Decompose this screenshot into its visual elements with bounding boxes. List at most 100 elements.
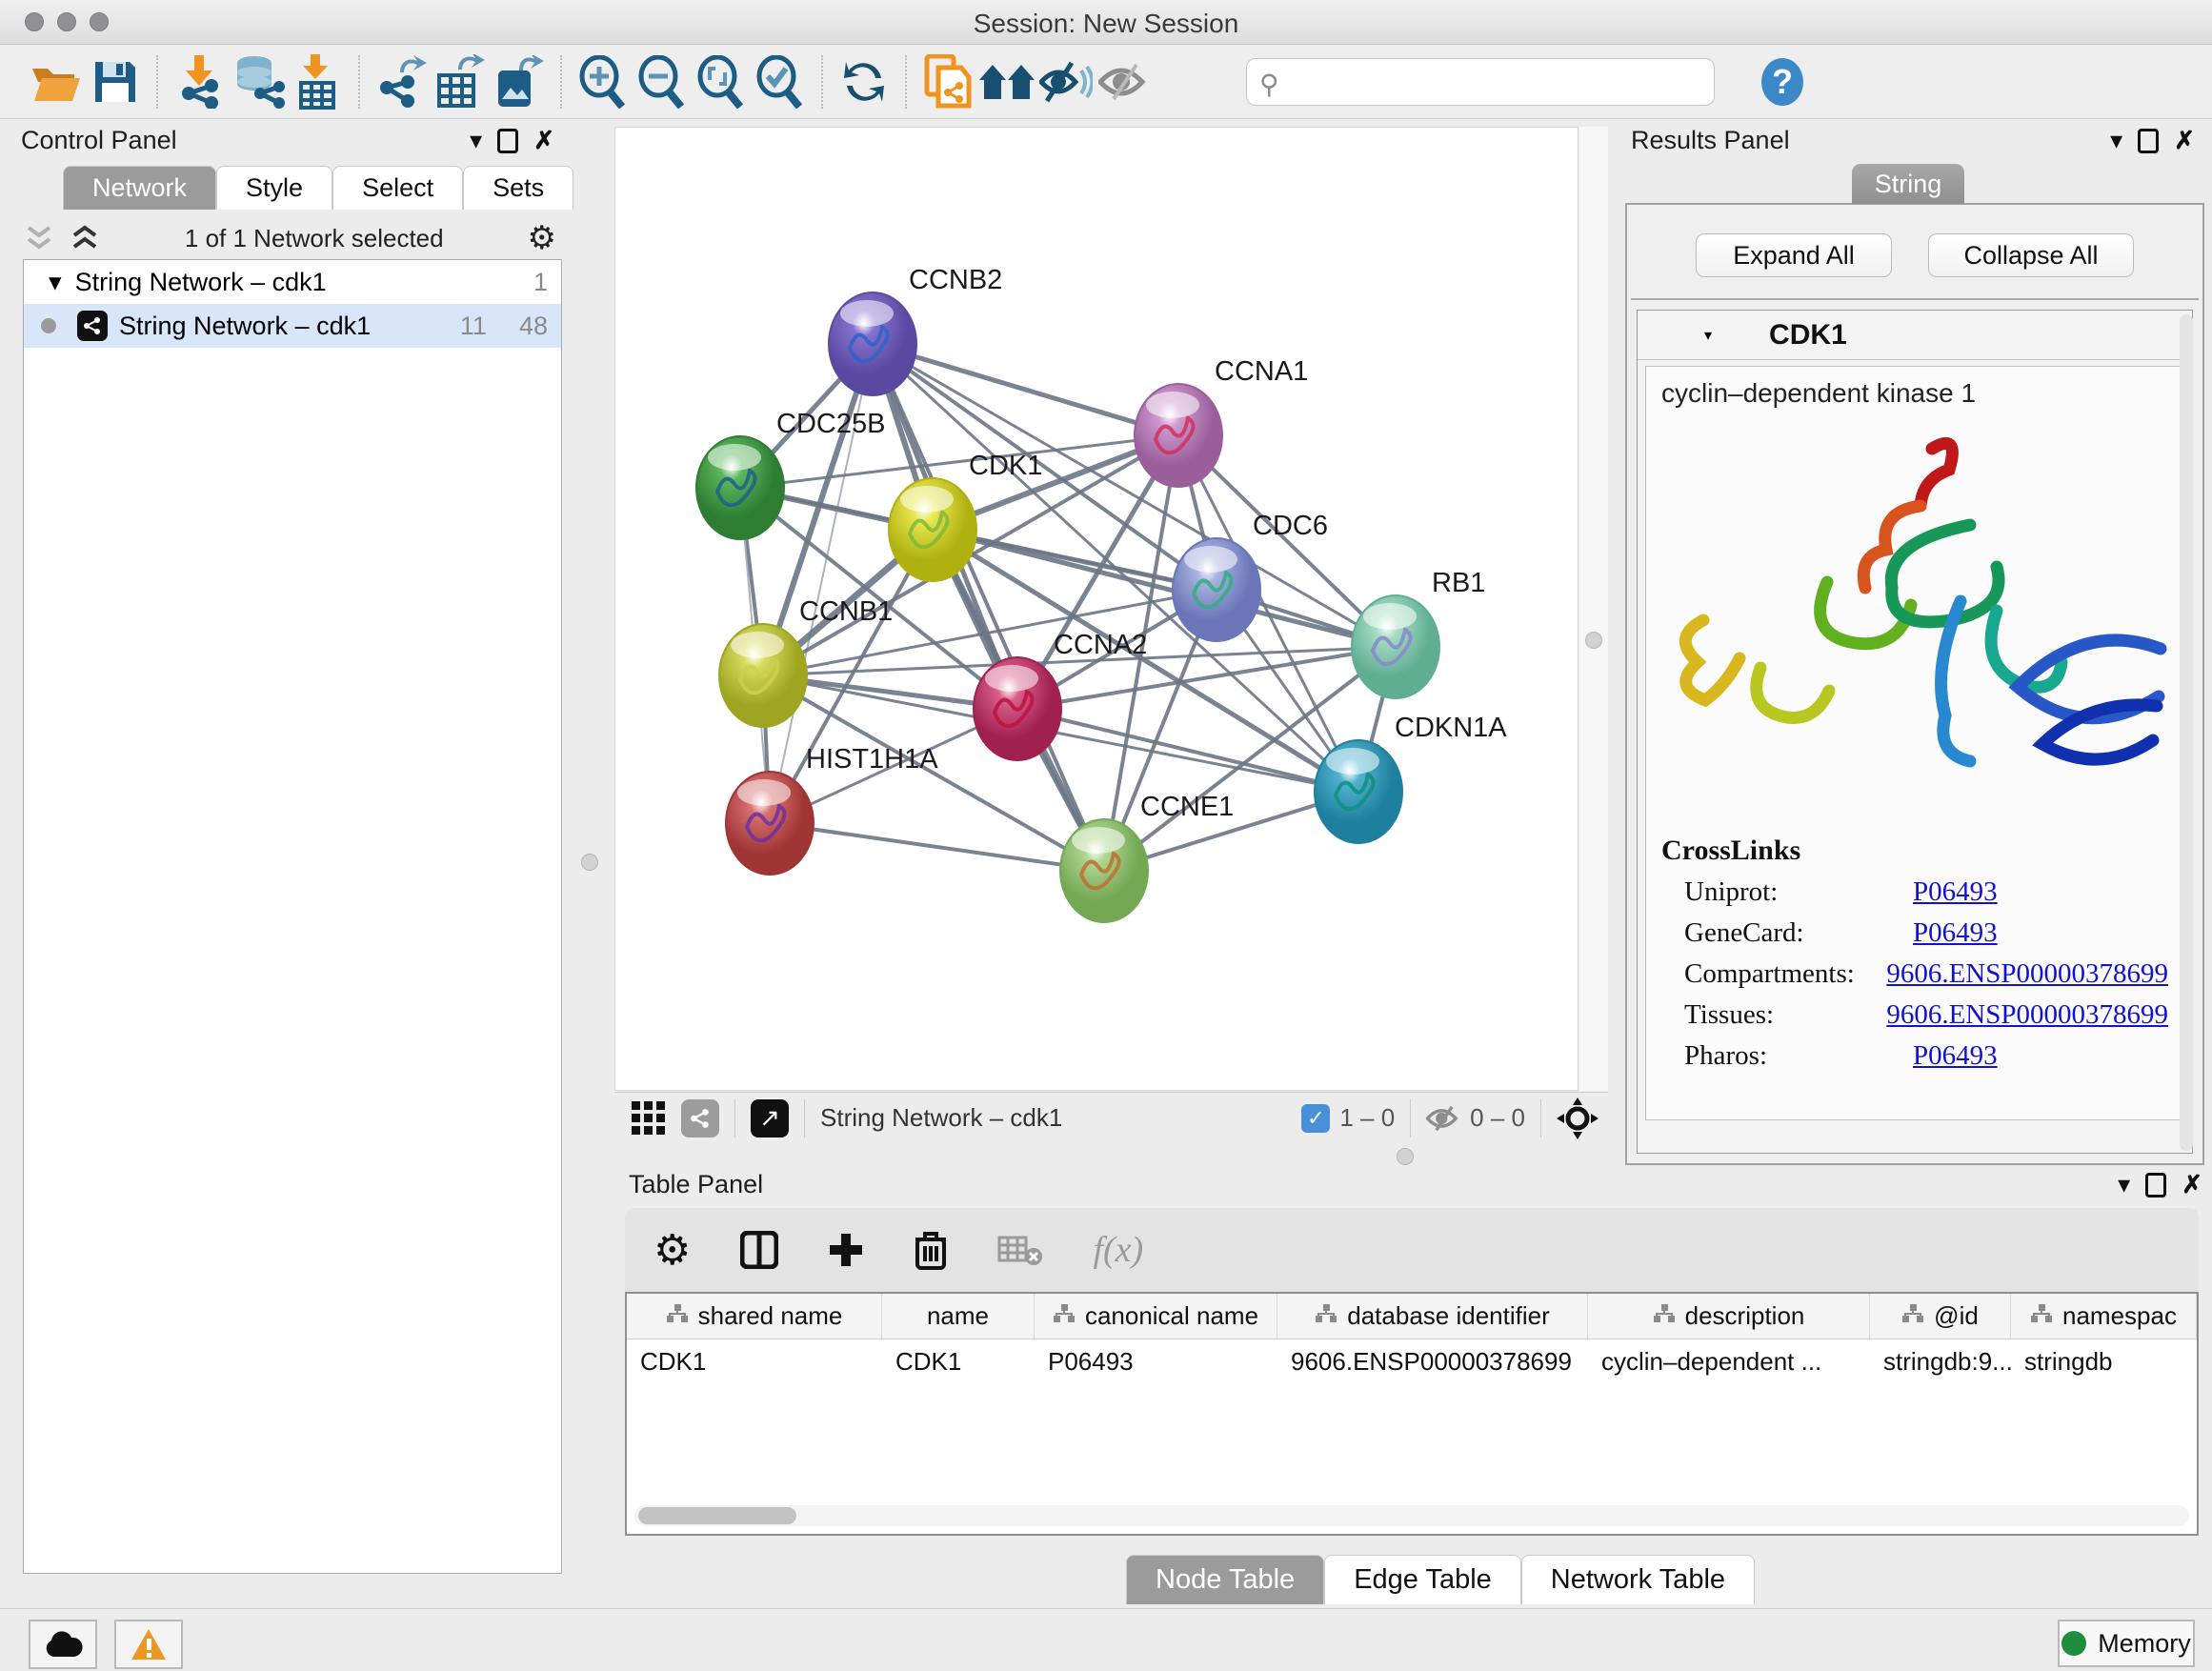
cell-canonical-name[interactable]: P06493 — [1035, 1347, 1277, 1377]
column-visibility-icon[interactable] — [740, 1231, 778, 1269]
collapse-all-icon[interactable] — [23, 224, 55, 252]
column-header-database-identifier[interactable]: database identifier — [1277, 1294, 1588, 1339]
column-header-description[interactable]: description — [1588, 1294, 1870, 1339]
cell-database-identifier[interactable]: 9606.ENSP00000378699 — [1277, 1347, 1588, 1377]
tab-network-table[interactable]: Network Table — [1521, 1555, 1755, 1604]
export-image-button[interactable] — [490, 52, 549, 111]
zoom-selected-button[interactable] — [751, 52, 810, 111]
birds-eye-crosshair-icon[interactable] — [1557, 1097, 1599, 1139]
cell-@id[interactable]: stringdb:9... — [1870, 1347, 2011, 1377]
column-header-namespac[interactable]: namespac — [2011, 1294, 2197, 1339]
memory-button[interactable]: Memory — [2058, 1620, 2195, 1667]
column-header-canonical-name[interactable]: canonical name — [1035, 1294, 1277, 1339]
delete-column-icon[interactable] — [914, 1230, 948, 1270]
show-houses-button[interactable] — [977, 52, 1036, 111]
tab-style[interactable]: Style — [216, 166, 332, 210]
network-node-ccna2[interactable]: CCNA2 — [974, 630, 1147, 760]
network-collection-row[interactable]: ▾ String Network – cdk1 1 — [24, 260, 561, 304]
results-panel-menu-icon[interactable]: ▾ — [2110, 126, 2122, 155]
search-input[interactable] — [1246, 58, 1715, 106]
share-view-icon[interactable] — [681, 1099, 719, 1137]
open-session-button[interactable] — [27, 52, 86, 111]
export-table-button[interactable] — [431, 52, 490, 111]
help-button[interactable]: ? — [1753, 52, 1812, 111]
import-table-file-button[interactable] — [288, 52, 347, 111]
cell-description[interactable]: cyclin–dependent ... — [1588, 1347, 1870, 1377]
column-type-icon — [666, 1301, 689, 1331]
duplicate-network-button[interactable] — [918, 52, 977, 111]
tab-network[interactable]: Network — [63, 166, 216, 210]
cell-shared-name[interactable]: CDK1 — [627, 1347, 882, 1377]
network-row[interactable]: String Network – cdk1 11 48 — [24, 304, 561, 348]
import-network-file-button[interactable] — [170, 52, 229, 111]
cell-namespac[interactable]: stringdb — [2011, 1347, 2197, 1377]
expand-all-icon[interactable] — [69, 224, 101, 252]
control-panel-close-icon[interactable]: ✗ — [533, 126, 554, 155]
add-column-icon[interactable] — [828, 1232, 864, 1268]
node-label: CDC25B — [776, 409, 885, 439]
selected-checkbox-icon[interactable]: ✓ — [1301, 1104, 1330, 1133]
crosslink-link[interactable]: 9606.ENSP00000378699 — [1886, 958, 2168, 990]
results-panel-close-icon[interactable]: ✗ — [2174, 126, 2195, 155]
results-panel-float-icon[interactable] — [2138, 129, 2159, 153]
control-panel-float-icon[interactable] — [497, 129, 518, 153]
node-table-row[interactable]: CDK1CDK1P064939606.ENSP00000378699cyclin… — [627, 1339, 2197, 1383]
bottom-splitter-handle[interactable] — [1397, 1148, 1414, 1165]
tab-string[interactable]: String — [1852, 164, 1964, 204]
tab-node-table[interactable]: Node Table — [1126, 1555, 1324, 1604]
left-splitter-handle[interactable] — [581, 854, 598, 871]
network-node-ccnb1[interactable]: CCNB1 — [719, 596, 893, 727]
gene-collapse-icon[interactable]: ▾ — [1704, 326, 1712, 345]
network-canvas[interactable]: CCNB2CCNA1CDC25BCDK1CDC6RB1CCNB1CCNA2CDK… — [614, 127, 1579, 1091]
node-label: CCNB2 — [909, 265, 1002, 295]
warnings-button[interactable] — [114, 1620, 183, 1669]
open-in-window-icon[interactable]: ↗ — [751, 1099, 789, 1137]
network-label: String Network – cdk1 — [119, 312, 371, 341]
right-splitter-handle[interactable] — [1585, 632, 1602, 649]
grid-view-icon[interactable] — [630, 1099, 668, 1137]
network-node-rb1[interactable]: RB1 — [1352, 568, 1485, 698]
network-edge[interactable] — [873, 344, 1178, 435]
zoom-out-button[interactable] — [633, 52, 692, 111]
network-node-hist1h1a[interactable]: HIST1H1A — [726, 744, 938, 875]
crosslink-link[interactable]: P06493 — [1913, 876, 1998, 908]
network-edge[interactable] — [770, 823, 1104, 871]
collapse-all-button[interactable]: Collapse All — [1928, 233, 2134, 277]
export-network-button[interactable] — [372, 52, 431, 111]
column-header-shared-name[interactable]: shared name — [627, 1294, 882, 1339]
table-horizontal-scrollbar[interactable] — [634, 1505, 2189, 1526]
table-panel-float-icon[interactable] — [2145, 1173, 2166, 1198]
network-options-gear-icon[interactable]: ⚙ — [528, 219, 556, 257]
crosslinks-title: CrossLinks — [1661, 835, 2168, 867]
zoom-fit-button[interactable] — [692, 52, 751, 111]
import-network-database-button[interactable] — [229, 52, 288, 111]
tab-edge-table[interactable]: Edge Table — [1324, 1555, 1521, 1604]
network-edge[interactable] — [873, 344, 1104, 871]
crosslink-link[interactable]: P06493 — [1913, 1040, 1998, 1072]
cell-name[interactable]: CDK1 — [882, 1347, 1035, 1377]
tab-select[interactable]: Select — [332, 166, 463, 210]
network-node-ccne1[interactable]: CCNE1 — [1060, 792, 1234, 922]
table-settings-gear-icon[interactable]: ⚙ — [654, 1226, 691, 1275]
column-header-@id[interactable]: @id — [1870, 1294, 2011, 1339]
column-header-name[interactable]: name — [882, 1294, 1035, 1339]
collection-expand-icon[interactable]: ▾ — [49, 268, 62, 297]
table-panel-close-icon[interactable]: ✗ — [2182, 1170, 2202, 1199]
gene-section-header[interactable]: ▾ CDK1 — [1638, 311, 2192, 360]
tab-sets[interactable]: Sets — [463, 166, 573, 210]
table-scrollbar-thumb[interactable] — [638, 1507, 796, 1524]
network-node-cdkn1a[interactable]: CDKN1A — [1315, 713, 1507, 843]
zoom-in-button[interactable] — [573, 52, 633, 111]
show-hidden-button[interactable] — [1096, 52, 1155, 111]
save-session-button[interactable] — [86, 52, 145, 111]
hide-selected-button[interactable] — [1036, 52, 1096, 111]
cloud-status-button[interactable] — [29, 1620, 97, 1669]
refresh-view-button[interactable] — [835, 52, 894, 111]
expand-all-button[interactable]: Expand All — [1696, 233, 1892, 277]
network-node-ccna1[interactable]: CCNA1 — [1135, 356, 1308, 487]
crosslink-link[interactable]: 9606.ENSP00000378699 — [1886, 999, 2168, 1031]
crosslink-link[interactable]: P06493 — [1913, 917, 1998, 949]
results-scrollbar[interactable] — [2180, 314, 2193, 1151]
control-panel-menu-icon[interactable]: ▾ — [470, 126, 482, 155]
table-panel-menu-icon[interactable]: ▾ — [2118, 1170, 2130, 1199]
